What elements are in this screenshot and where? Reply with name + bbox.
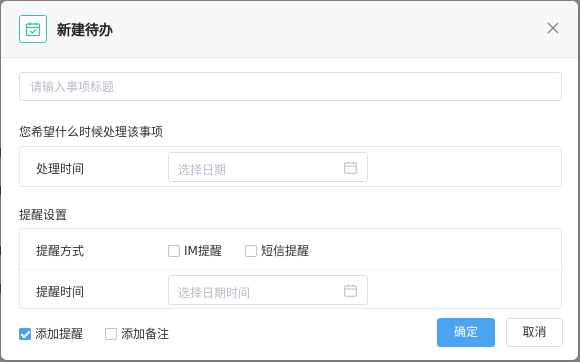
when-section-label: 您希望什么时候处理该事项: [19, 125, 164, 139]
handle-date-picker[interactable]: 选择日期: [168, 152, 368, 182]
add-reminder-label: 添加提醒: [35, 327, 84, 341]
date-placeholder: 选择日期: [178, 163, 227, 177]
add-note-checkbox[interactable]: 添加备注: [105, 325, 169, 342]
reminder-section-label: 提醒设置: [19, 208, 68, 222]
sms-reminder-checkbox[interactable]: 短信提醒: [245, 242, 309, 259]
calendar-icon: [344, 161, 357, 174]
close-icon[interactable]: [546, 21, 560, 35]
reminder-method-label: 提醒方式: [36, 244, 85, 258]
sms-reminder-label: 短信提醒: [261, 244, 310, 258]
reminder-datetime-picker[interactable]: 选择日期时间: [168, 275, 368, 305]
handle-time-row: 处理时间 选择日期: [20, 147, 561, 187]
checkbox-box[interactable]: [105, 328, 117, 340]
dialog-title: 新建待办: [57, 23, 113, 39]
checkbox-box[interactable]: [245, 245, 257, 257]
im-reminder-checkbox[interactable]: IM提醒: [168, 242, 222, 259]
confirm-button[interactable]: 确定: [437, 318, 495, 347]
add-note-label: 添加备注: [121, 327, 170, 341]
when-panel: 处理时间 选择日期: [19, 146, 562, 187]
reminder-panel: 提醒方式 IM提醒 短信提醒 提醒时间 选择日期时间: [19, 228, 562, 309]
checkbox-checked[interactable]: [19, 328, 31, 340]
reminder-time-row: 提醒时间 选择日期时间: [20, 269, 561, 310]
calendar-check-icon: [19, 15, 47, 43]
cancel-button[interactable]: 取消: [506, 318, 563, 347]
datetime-placeholder: 选择日期时间: [178, 286, 251, 300]
reminder-method-row: 提醒方式 IM提醒 短信提醒: [20, 229, 561, 269]
calendar-icon: [344, 284, 357, 297]
todo-title-input[interactable]: [19, 72, 562, 101]
handle-time-label: 处理时间: [36, 162, 85, 176]
im-reminder-label: IM提醒: [184, 244, 222, 258]
new-todo-dialog: 新建待办 您希望什么时候处理该事项 处理时间 选择日期 提醒设置: [1, 1, 578, 360]
checkbox-box[interactable]: [168, 245, 180, 257]
dialog-header: 新建待办: [1, 1, 578, 58]
add-reminder-checkbox[interactable]: 添加提醒: [19, 325, 83, 342]
reminder-time-label: 提醒时间: [36, 285, 85, 299]
